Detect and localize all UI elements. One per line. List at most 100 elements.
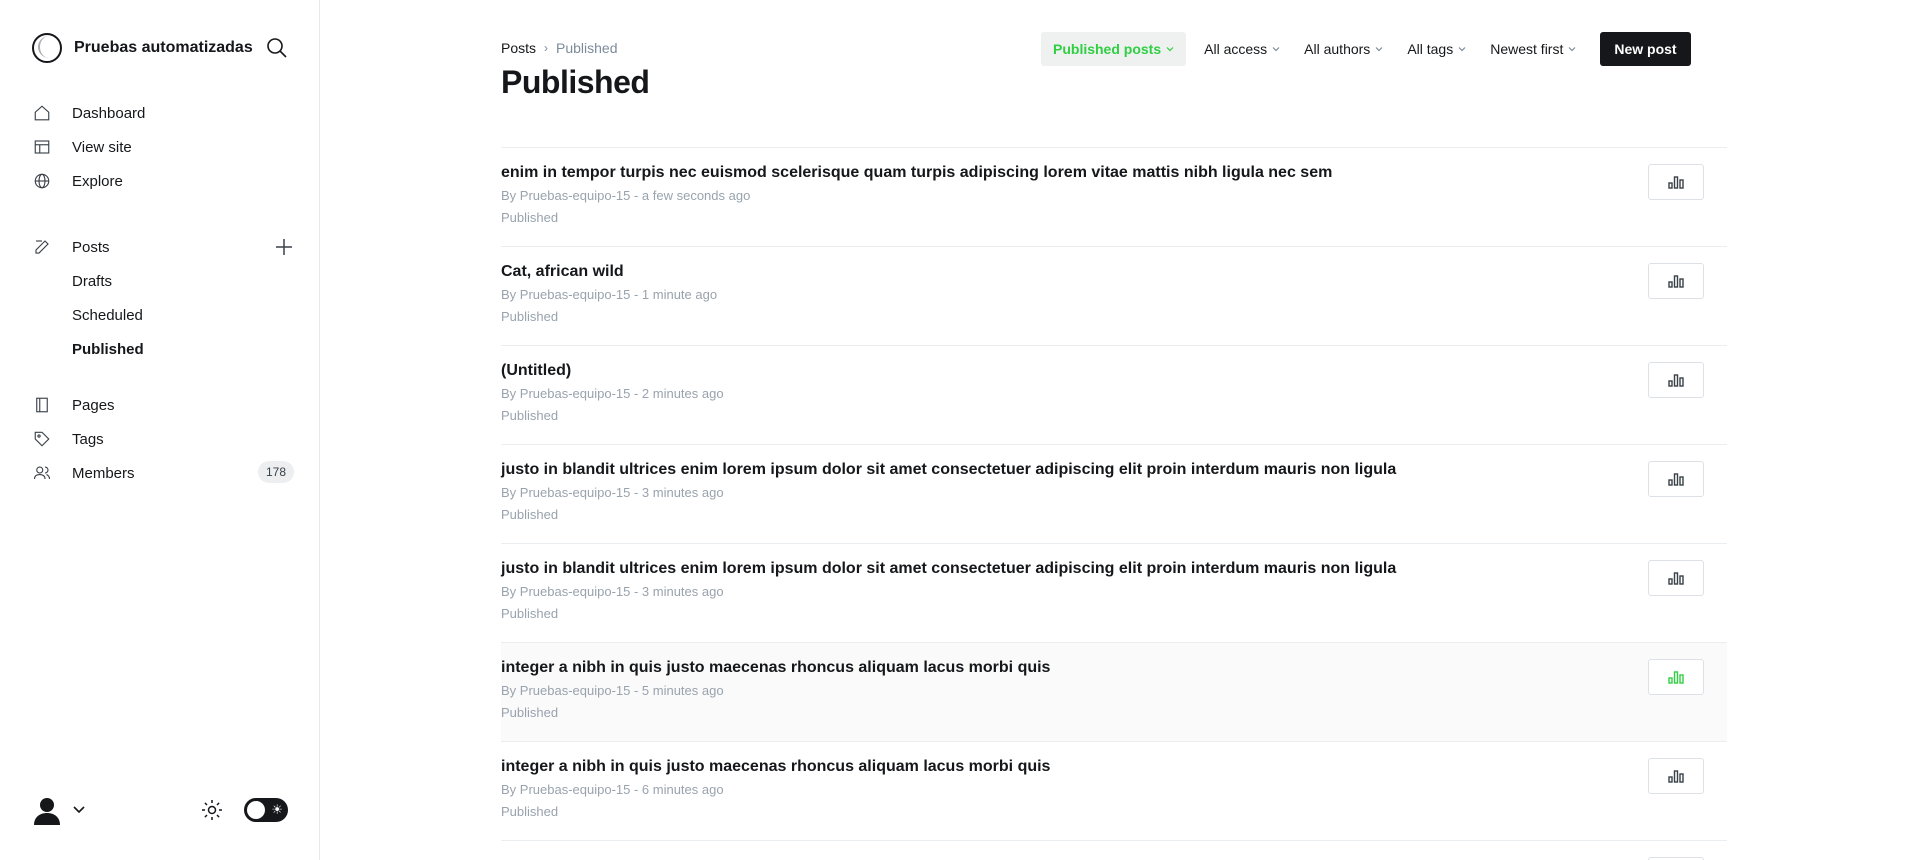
nav-label: Dashboard (72, 104, 146, 122)
nav-label: Explore (72, 172, 123, 190)
post-row[interactable]: justo in blandit ultrices enim lorem ips… (501, 445, 1727, 544)
post-row[interactable]: integer a nibh in quis justo maecenas rh… (501, 742, 1727, 841)
filter-bar: Published posts All access All authors A… (1041, 32, 1691, 66)
bar-chart-icon (1668, 572, 1684, 585)
filter-label: All tags (1407, 41, 1454, 57)
analytics-button[interactable] (1648, 362, 1704, 398)
home-icon (32, 103, 52, 123)
chevron-down-icon (1272, 47, 1280, 52)
primary-nav: Dashboard View site Explore (32, 96, 294, 198)
breadcrumb: Posts › Published (501, 40, 618, 56)
filter-label: Published posts (1053, 41, 1162, 57)
analytics-button[interactable] (1648, 461, 1704, 497)
breadcrumb-posts-link[interactable]: Posts (501, 40, 536, 56)
filter-label: Newest first (1490, 41, 1564, 57)
nav-label: Drafts (72, 272, 113, 290)
chevron-down-icon (1375, 47, 1383, 52)
filter-access-dropdown[interactable]: All access (1192, 32, 1292, 66)
nav-item-dashboard[interactable]: Dashboard (32, 96, 294, 130)
post-meta: By Pruebas-equipo-15 - 3 minutes ago (501, 485, 724, 500)
sort-order-dropdown[interactable]: Newest first (1478, 32, 1588, 66)
avatar[interactable] (32, 795, 62, 825)
nav-item-scheduled[interactable]: Scheduled (32, 298, 294, 332)
chevron-down-icon (1166, 47, 1174, 52)
nav-label: Pages (72, 396, 115, 414)
nav-item-pages[interactable]: Pages (32, 388, 294, 422)
filter-tags-dropdown[interactable]: All tags (1395, 32, 1478, 66)
bar-chart-icon (1668, 473, 1684, 486)
post-title: justo in blandit ultrices enim lorem ips… (501, 560, 1397, 577)
post-meta: By Pruebas-equipo-15 - 6 minutes ago (501, 782, 724, 797)
post-meta: By Pruebas-equipo-15 - 3 minutes ago (501, 584, 724, 599)
page-icon (32, 395, 52, 415)
nav-item-drafts[interactable]: Drafts (32, 264, 294, 298)
post-meta: By Pruebas-equipo-15 - a few seconds ago (501, 188, 751, 203)
filter-authors-dropdown[interactable]: All authors (1292, 32, 1395, 66)
edit-icon (32, 237, 52, 257)
nav-label: Posts (72, 238, 110, 256)
post-row[interactable]: (Untitled) By Pruebas-equipo-15 - 2 minu… (501, 346, 1727, 445)
analytics-button[interactable] (1648, 560, 1704, 596)
nav-label: Members (72, 464, 135, 482)
post-row[interactable]: justo in blandit ultrices enim lorem ips… (501, 544, 1727, 643)
theme-toggle[interactable]: ☀ (244, 798, 288, 822)
nav-item-published[interactable]: Published (32, 332, 294, 366)
analytics-button[interactable] (1648, 758, 1704, 794)
post-row[interactable]: Cat, african wild By Pruebas-equipo-15 -… (501, 247, 1727, 346)
new-post-button[interactable]: New post (1600, 32, 1691, 66)
post-meta: By Pruebas-equipo-15 - 5 minutes ago (501, 683, 724, 698)
post-title: (Untitled) (501, 362, 572, 379)
post-status: Published (501, 705, 559, 720)
nav-label: Scheduled (72, 306, 143, 324)
bar-chart-icon (1668, 176, 1684, 189)
bar-chart-icon (1668, 671, 1684, 684)
post-row[interactable]: enim in tempor turpis nec euismod sceler… (501, 148, 1727, 247)
nav-label: View site (72, 138, 132, 156)
post-title: justo in blandit ultrices enim lorem ips… (501, 461, 1397, 478)
members-count-badge: 178 (257, 461, 294, 483)
filter-label: All authors (1304, 41, 1371, 57)
nav-label: Published (72, 340, 144, 358)
nav-item-posts[interactable]: Posts (32, 230, 294, 264)
filter-label: All access (1204, 41, 1268, 57)
analytics-button[interactable] (1648, 263, 1704, 299)
nav-item-tags[interactable]: Tags (32, 422, 294, 456)
site-logo-icon (32, 33, 62, 63)
sun-icon: ☀ (271, 802, 283, 817)
post-status: Published (501, 210, 559, 225)
post-status: Published (501, 507, 559, 522)
post-row[interactable]: integer a nibh in quis justo maecenas rh… (501, 643, 1727, 742)
sidebar-footer: ☀ (32, 792, 290, 828)
bar-chart-icon (1668, 275, 1684, 288)
add-post-icon[interactable] (274, 237, 294, 257)
post-row[interactable] (501, 841, 1727, 860)
globe-icon (32, 171, 52, 191)
post-title: enim in tempor turpis nec euismod sceler… (501, 164, 1333, 181)
layout-icon (32, 137, 52, 157)
tag-icon (32, 429, 52, 449)
post-status: Published (501, 606, 559, 621)
chevron-right-icon: › (544, 41, 549, 55)
filter-type-dropdown[interactable]: Published posts (1041, 32, 1187, 66)
bar-chart-icon (1668, 770, 1684, 783)
site-title: Pruebas automatizadas (74, 39, 253, 56)
gear-icon[interactable] (200, 798, 224, 822)
sidebar: Pruebas automatizadas Dashboard View sit… (0, 0, 320, 860)
breadcrumb-current: Published (556, 40, 618, 56)
analytics-button[interactable] (1648, 164, 1704, 200)
toggle-knob (247, 801, 265, 819)
post-title: integer a nibh in quis justo maecenas rh… (501, 659, 1051, 676)
site-brand[interactable]: Pruebas automatizadas (32, 32, 253, 64)
chevron-down-icon[interactable] (72, 802, 86, 816)
post-status: Published (501, 408, 559, 423)
nav-item-view-site[interactable]: View site (32, 130, 294, 164)
chevron-down-icon (1568, 47, 1576, 52)
post-title: Cat, african wild (501, 263, 624, 280)
nav-item-explore[interactable]: Explore (32, 164, 294, 198)
analytics-button[interactable] (1648, 659, 1704, 695)
page-title: Published (501, 64, 650, 100)
bar-chart-icon (1668, 374, 1684, 387)
chevron-down-icon (1458, 47, 1466, 52)
search-icon[interactable] (265, 36, 289, 60)
nav-item-members[interactable]: Members 178 (32, 456, 294, 490)
